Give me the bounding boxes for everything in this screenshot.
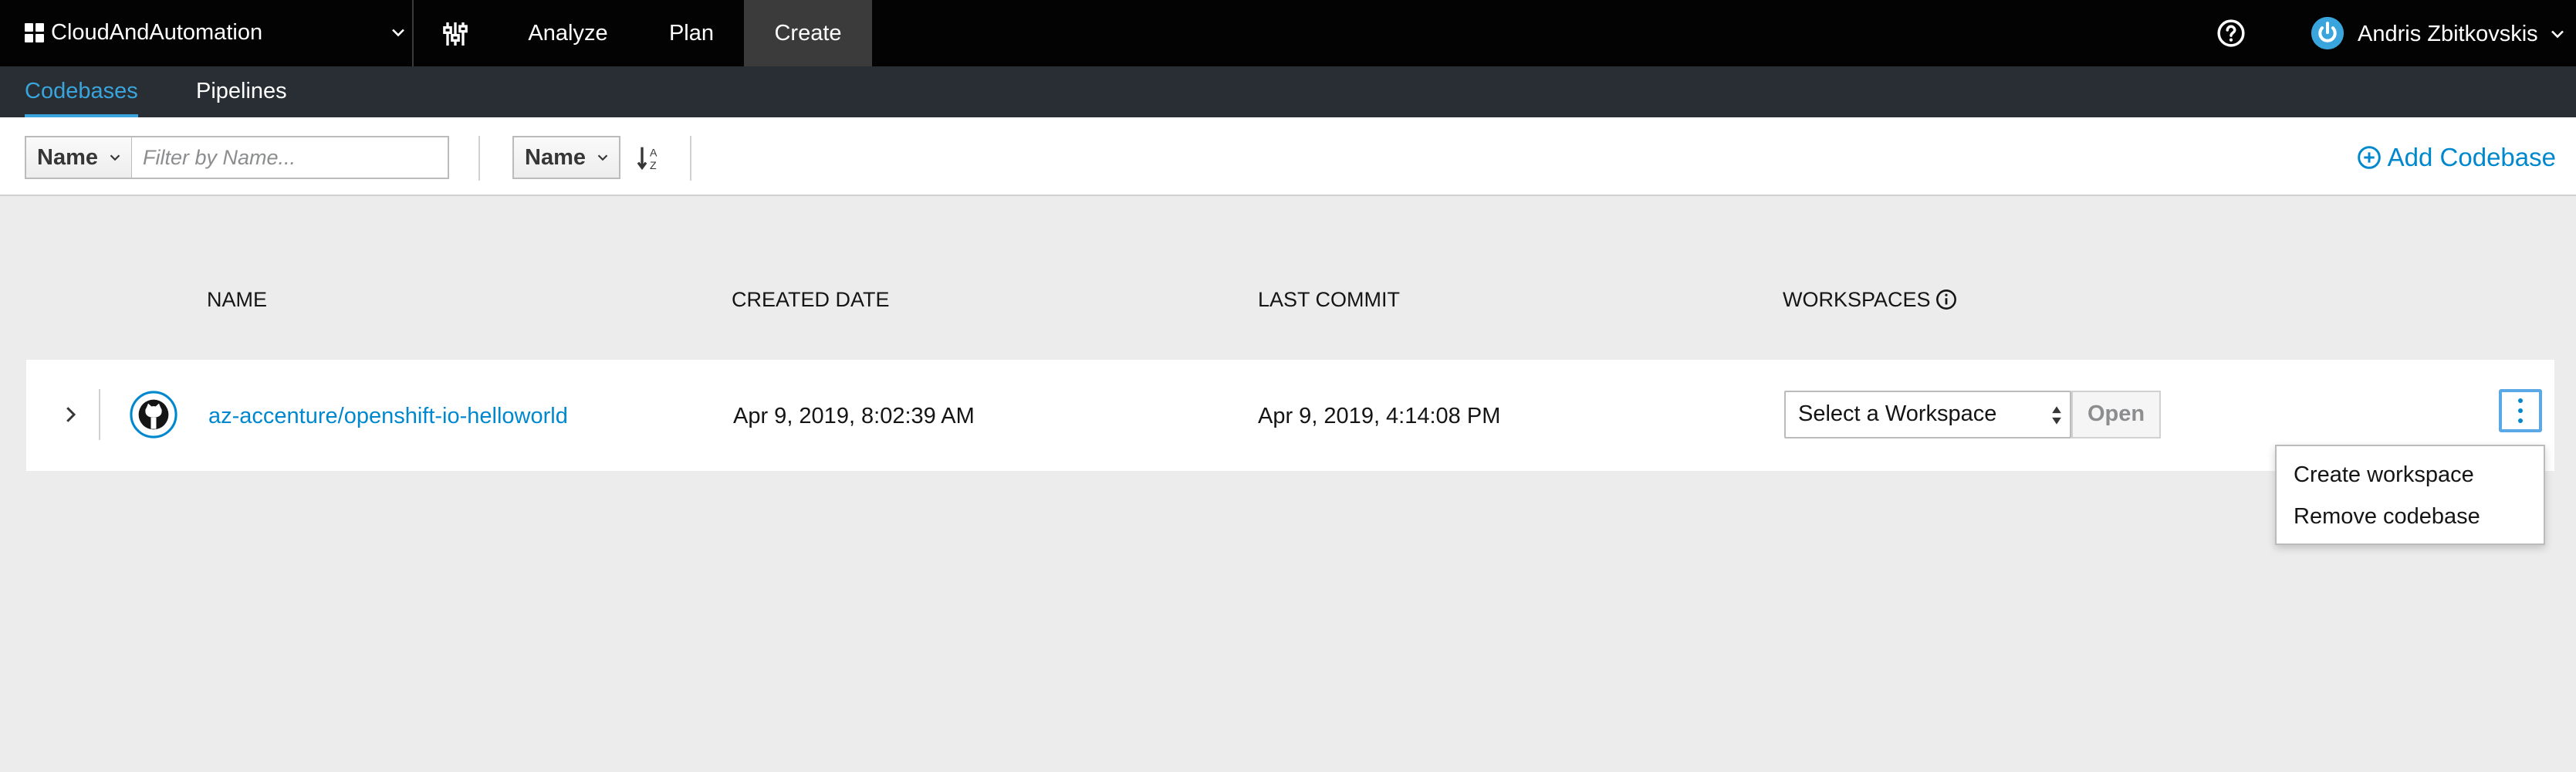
sort-alpha-icon[interactable]: A Z [634, 142, 665, 173]
row-actions-menu: Create workspace Remove codebase [2275, 445, 2545, 545]
chevron-down-icon[interactable] [2547, 23, 2568, 45]
codebase-link[interactable]: az-accenture/openshift-io-helloworld [208, 401, 568, 431]
divider [99, 389, 100, 440]
filter-sliders-icon[interactable] [440, 19, 471, 49]
kebab-icon[interactable] [2499, 389, 2542, 432]
divider [478, 136, 480, 181]
plus-circle-icon [2357, 146, 2381, 169]
last-commit-date: Apr 9, 2019, 4:14:08 PM [1258, 404, 1501, 428]
grid-icon [25, 23, 45, 43]
top-navbar: CloudAndAutomation Analyze Plan Create A… [0, 0, 2576, 66]
sort-field-dropdown[interactable]: Name [512, 136, 620, 179]
chevron-down-icon [110, 154, 120, 161]
divider [690, 136, 691, 181]
svg-text:A: A [650, 147, 658, 159]
column-header-name: NAME [207, 288, 268, 311]
help-icon[interactable] [2216, 19, 2246, 48]
github-icon [130, 391, 177, 438]
sort-field-label: Name [525, 145, 586, 170]
context-name: CloudAndAutomation [51, 20, 263, 45]
sub-navbar: Codebases Pipelines [0, 66, 2576, 117]
menu-item-create-workspace[interactable]: Create workspace [2294, 460, 2474, 489]
tab-pipelines[interactable]: Pipelines [196, 66, 287, 117]
context-switcher[interactable]: CloudAndAutomation [0, 0, 414, 66]
add-codebase-button[interactable]: Add Codebase [2357, 141, 2556, 174]
column-header-created: CREATED DATE [732, 288, 890, 311]
nav-analyze[interactable]: Analyze [503, 0, 633, 66]
created-date: Apr 9, 2019, 8:02:39 AM [733, 404, 975, 428]
filter-input[interactable] [131, 136, 449, 179]
select-arrows-icon [2052, 406, 2061, 425]
column-header-last-commit: LAST COMMIT [1258, 288, 1401, 311]
filter-field-label: Name [37, 145, 98, 170]
nav-create[interactable]: Create [744, 0, 872, 66]
info-icon[interactable] [1935, 289, 1957, 310]
menu-item-remove-codebase[interactable]: Remove codebase [2294, 502, 2480, 531]
column-header-workspaces: WORKSPACES [1783, 288, 1931, 311]
toolbar: Name Name A Z Add Codebase [0, 117, 2576, 196]
svg-text:Z: Z [650, 160, 657, 172]
chevron-right-icon[interactable] [59, 403, 82, 426]
open-workspace-button[interactable]: Open [2071, 391, 2161, 438]
user-name[interactable]: Andris Zbitkovskis [2358, 19, 2538, 49]
nav-plan[interactable]: Plan [653, 0, 730, 66]
power-avatar-icon[interactable] [2311, 16, 2344, 50]
workspace-select-value: Select a Workspace [1798, 401, 1997, 426]
tab-codebases[interactable]: Codebases [25, 66, 138, 117]
add-codebase-label: Add Codebase [2387, 143, 2556, 171]
chevron-down-icon [597, 154, 608, 161]
chevron-down-icon [392, 29, 404, 37]
workspace-select[interactable]: Select a Workspace [1784, 391, 2071, 438]
filter-field-dropdown[interactable]: Name [25, 136, 133, 179]
table-row: az-accenture/openshift-io-helloworld Apr… [26, 360, 2554, 471]
